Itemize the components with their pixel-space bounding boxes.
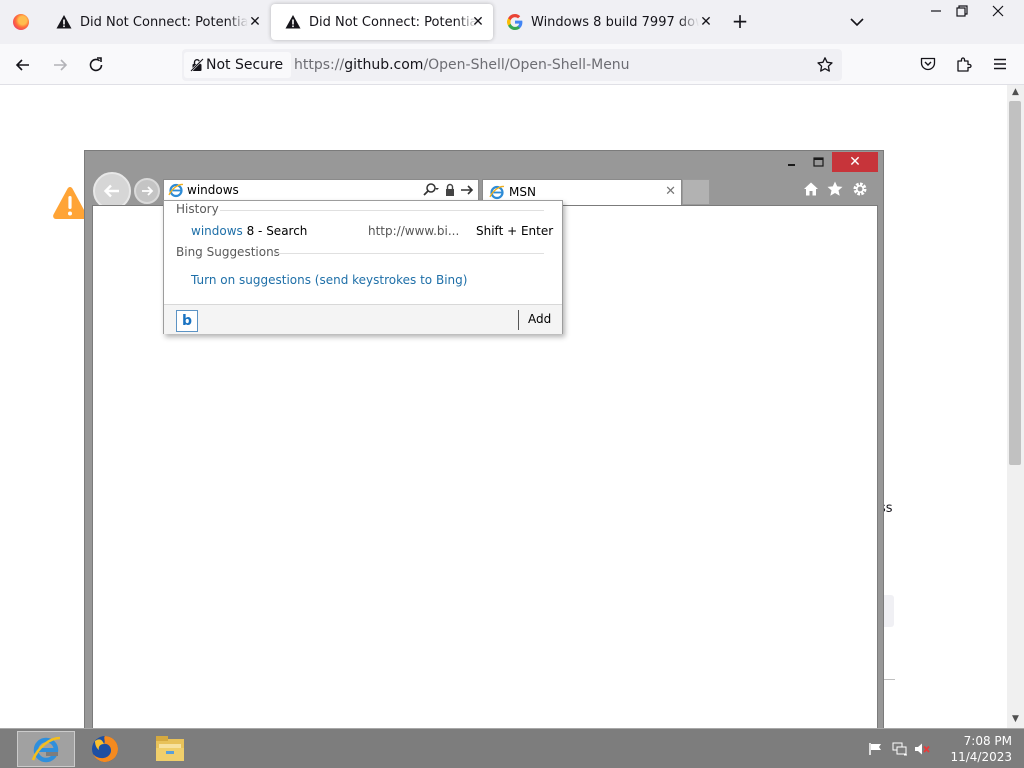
- bookmark-star-icon[interactable]: [816, 56, 834, 74]
- url-prefix: https://: [294, 57, 345, 73]
- divider: [274, 253, 544, 254]
- add-search-provider: Add: [528, 312, 552, 326]
- volume-muted-icon[interactable]: [914, 742, 930, 756]
- url-path: /Open-Shell/Open-Shell-Menu: [423, 57, 630, 73]
- warning-icon: [285, 14, 301, 30]
- warning-icon: [53, 187, 87, 219]
- ie-lock-icon: [446, 183, 454, 196]
- ie-forward-icon: [134, 178, 160, 204]
- ie-address-tools: [422, 182, 474, 198]
- clock-date: 11/4/2023: [950, 750, 1012, 764]
- ie-address-text: windows: [187, 183, 239, 197]
- ie-tab-close-icon: ✕: [665, 184, 676, 199]
- taskbar-internet-explorer[interactable]: [17, 731, 75, 767]
- pocket-icon: [920, 57, 936, 71]
- tab-1[interactable]: Did Not Connect: Potential Security Issu…: [42, 0, 270, 44]
- dropdown-footer: b Add: [164, 304, 562, 334]
- extensions-icon: [957, 57, 972, 72]
- taskbar-firefox[interactable]: [76, 731, 134, 767]
- ie-tab-title: MSN: [509, 185, 536, 199]
- taskbar-clock[interactable]: 7:08 PM 11/4/2023: [936, 733, 1012, 765]
- network-icon[interactable]: [892, 742, 908, 756]
- internet-explorer-icon: [31, 736, 61, 763]
- ie-new-tab: [682, 179, 710, 205]
- history-shortcut: Shift + Enter: [476, 224, 554, 238]
- warning-icon: [56, 14, 72, 30]
- url-host: github.com: [344, 57, 424, 73]
- history-term-rest: 8 - Search: [242, 224, 308, 238]
- site-security-button[interactable]: Not Secure: [184, 52, 292, 78]
- page-content: ss ✕ windows MSN ✕ History windows 8 - S…: [0, 85, 1007, 728]
- ie-search-icon: [423, 183, 439, 196]
- back-button[interactable]: [8, 50, 38, 80]
- menu-icon: [994, 58, 1006, 70]
- taskbar: 7:08 PM 11/4/2023: [0, 728, 1024, 768]
- app-menu-button[interactable]: [989, 53, 1011, 75]
- ie-minimize-icon: [780, 153, 804, 171]
- ie-tab-icon: [489, 185, 505, 200]
- google-icon: [507, 14, 523, 30]
- ie-home-icon: [804, 182, 818, 196]
- back-icon: [15, 59, 29, 71]
- tab-title: Windows 8 build 7997 download: [531, 14, 699, 30]
- tab-title: Did Not Connect: Potential Security Issu…: [80, 14, 248, 30]
- scroll-down-icon[interactable]: ▼: [1010, 714, 1021, 724]
- forward-icon: [54, 59, 68, 71]
- file-explorer-icon: [156, 736, 184, 761]
- tab-close-icon[interactable]: ✕: [699, 15, 713, 29]
- taskbar-file-explorer[interactable]: [141, 731, 199, 767]
- not-secure-label: Not Secure: [206, 57, 284, 73]
- url-bar[interactable]: Not Secure https://github.com/Open-Shell…: [182, 49, 842, 81]
- new-tab-button[interactable]: +: [728, 10, 752, 34]
- turn-on-suggestions-link: Turn on suggestions (send keystrokes to …: [191, 273, 468, 287]
- history-url: http://www.bi...: [368, 224, 460, 238]
- restore-icon: [956, 5, 968, 17]
- tab-3[interactable]: Windows 8 build 7997 download ✕: [493, 0, 721, 44]
- divider: [518, 310, 519, 330]
- close-window-button[interactable]: [982, 0, 1014, 22]
- tab-close-icon[interactable]: ✕: [471, 15, 485, 29]
- ie-close-icon: ✕: [832, 152, 878, 172]
- chevron-down-icon: [850, 18, 864, 27]
- url-text[interactable]: https://github.com/Open-Shell/Open-Shell…: [294, 57, 630, 73]
- ie-page-icon: [168, 183, 184, 198]
- tab-close-icon[interactable]: ✕: [248, 15, 262, 29]
- minimize-icon: [931, 10, 941, 12]
- ie-go-icon: [461, 185, 474, 195]
- history-section-label: History: [176, 202, 219, 216]
- insecure-lock-icon: [190, 58, 204, 72]
- firefox-view-button[interactable]: [0, 0, 42, 44]
- restore-button[interactable]: [946, 0, 978, 22]
- tab-title: Did Not Connect: Potential Security Issu…: [309, 14, 477, 30]
- history-term: windows 8 - Search: [191, 224, 307, 238]
- tab-2[interactable]: Did Not Connect: Potential Security Issu…: [271, 4, 493, 40]
- action-center-flag-icon[interactable]: [868, 742, 884, 756]
- bing-suggestions-label: Bing Suggestions: [176, 245, 280, 259]
- history-term-highlight: windows: [191, 224, 243, 238]
- reload-icon: [89, 57, 103, 72]
- history-item: windows 8 - Search http://www.bi... Shif…: [164, 220, 562, 242]
- close-icon: [992, 5, 1004, 17]
- firefox-icon: [92, 736, 118, 762]
- ie-tools-gear-icon: [853, 182, 867, 196]
- ie-maximize-icon: [806, 153, 830, 171]
- page-scrollbar[interactable]: ▲ ▼: [1007, 85, 1024, 728]
- bing-icon: b: [176, 310, 198, 332]
- pocket-button[interactable]: [917, 53, 939, 75]
- navigation-toolbar: Not Secure https://github.com/Open-Shell…: [0, 44, 1024, 85]
- tab-strip: Did Not Connect: Potential Security Issu…: [0, 0, 1024, 44]
- scroll-up-icon[interactable]: ▲: [1010, 87, 1021, 97]
- list-all-tabs-button[interactable]: [846, 11, 868, 33]
- clock-time: 7:08 PM: [963, 734, 1012, 748]
- scroll-thumb[interactable]: [1009, 101, 1021, 465]
- divider: [220, 210, 544, 211]
- ie-favorites-icon: [827, 181, 843, 196]
- forward-button[interactable]: [45, 50, 75, 80]
- reload-button[interactable]: [81, 50, 111, 80]
- extensions-button[interactable]: [953, 53, 975, 75]
- ie-address-bar: windows: [163, 179, 479, 201]
- ie-autocomplete-dropdown: History windows 8 - Search http://www.bi…: [163, 200, 563, 334]
- firefox-icon: [13, 14, 29, 30]
